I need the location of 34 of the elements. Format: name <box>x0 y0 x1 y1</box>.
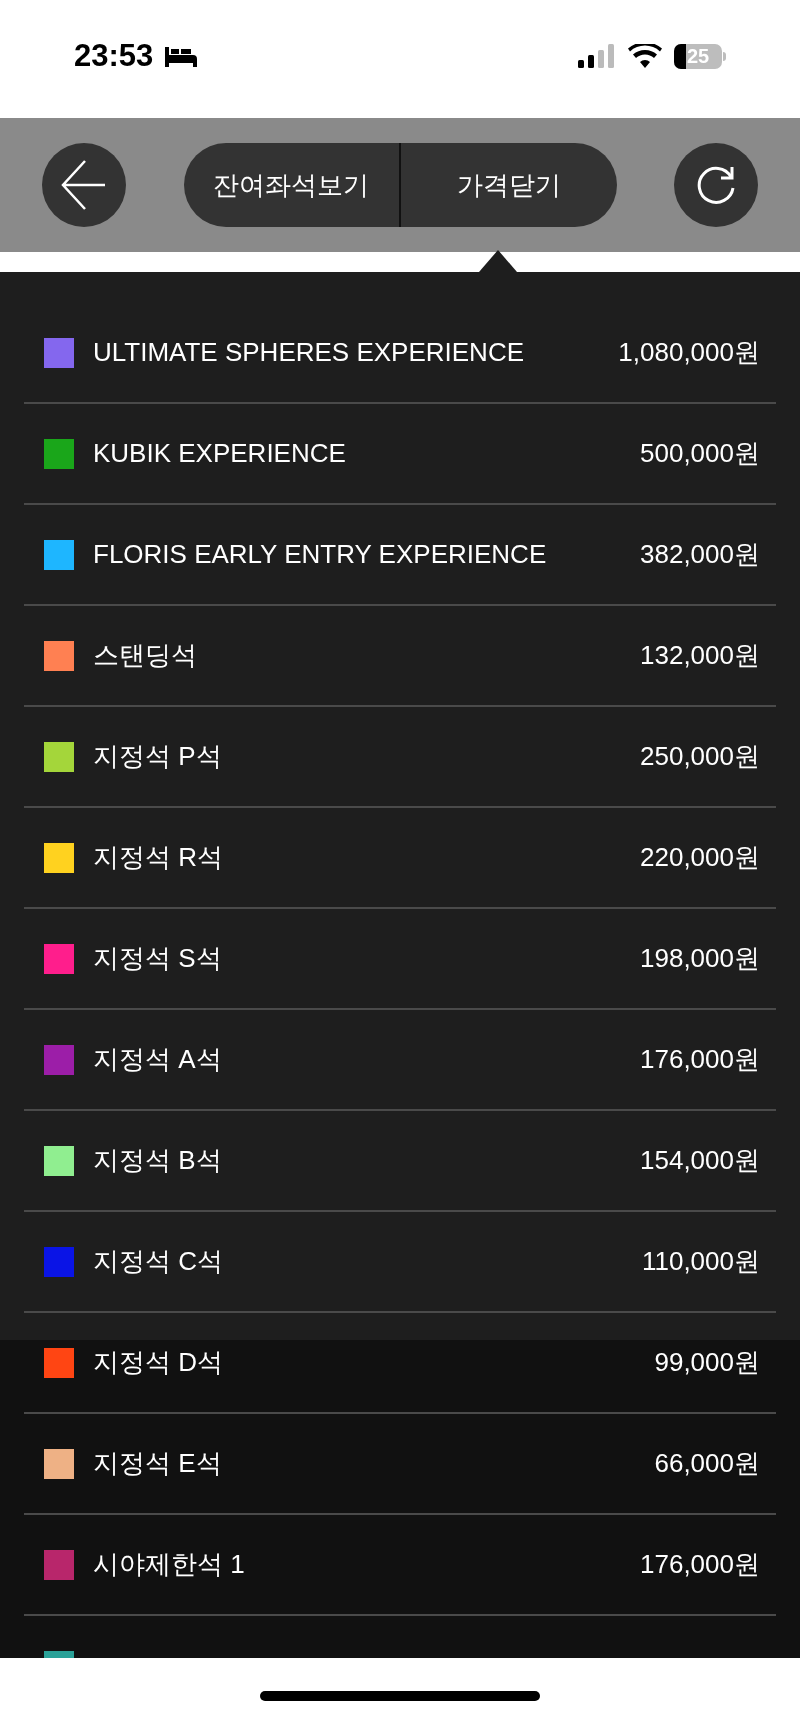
price-text: 132,000원 <box>640 639 760 672</box>
seat-class-label: 지정석 E석 <box>93 1447 222 1480</box>
toolbar-tab[interactable]: 가격닫기 <box>399 143 617 227</box>
price-text: 176,000원 <box>640 1548 760 1581</box>
seat-class-label: 지정석 C석 <box>93 1245 223 1278</box>
price-text: 176,000원 <box>640 1043 760 1076</box>
seat-class-label: 스탠딩석 <box>93 639 197 672</box>
price-text: 110,000원 <box>641 1245 760 1278</box>
seat-class-label: ULTIMATE SPHERES EXPERIENCE <box>93 336 525 369</box>
seat-class-label: 지정석 R석 <box>93 841 223 874</box>
seat-class-label: 시야제한석 1 <box>93 1548 245 1581</box>
clock-time: 23:53 <box>74 36 154 75</box>
price-text: 154,000원 <box>640 1144 760 1177</box>
seat-class-label: 지정석 B석 <box>93 1144 222 1177</box>
seat-class-label: 지정석 S석 <box>93 942 222 975</box>
price-text: 500,000원 <box>640 437 760 470</box>
price-text: 99,000원 <box>654 1346 760 1379</box>
price-text: 1,080,000원 <box>618 336 760 369</box>
price-text: 66,000원 <box>654 1447 760 1480</box>
seat-class-label: 지정석 A석 <box>93 1043 222 1076</box>
price-text: 250,000원 <box>640 740 760 773</box>
price-text: 198,000원 <box>640 942 760 975</box>
refresh-icon <box>695 164 737 206</box>
seat-class-label: 지정석 D석 <box>93 1346 223 1379</box>
seat-class-label: KUBIK EXPERIENCE <box>93 437 346 470</box>
back-icon <box>61 159 107 211</box>
seat-class-label: 지정석 P석 <box>93 740 222 773</box>
toolbar-tab[interactable]: 잔여좌석보기 <box>183 143 399 227</box>
seat-class-label: FLORIS EARLY ENTRY EXPERIENCE <box>93 538 547 571</box>
bed-icon <box>163 45 200 67</box>
price-text: 220,000원 <box>640 841 760 874</box>
price-text: 382,000원 <box>640 538 760 571</box>
wifi-icon <box>628 44 662 68</box>
signal-icon <box>578 44 616 68</box>
